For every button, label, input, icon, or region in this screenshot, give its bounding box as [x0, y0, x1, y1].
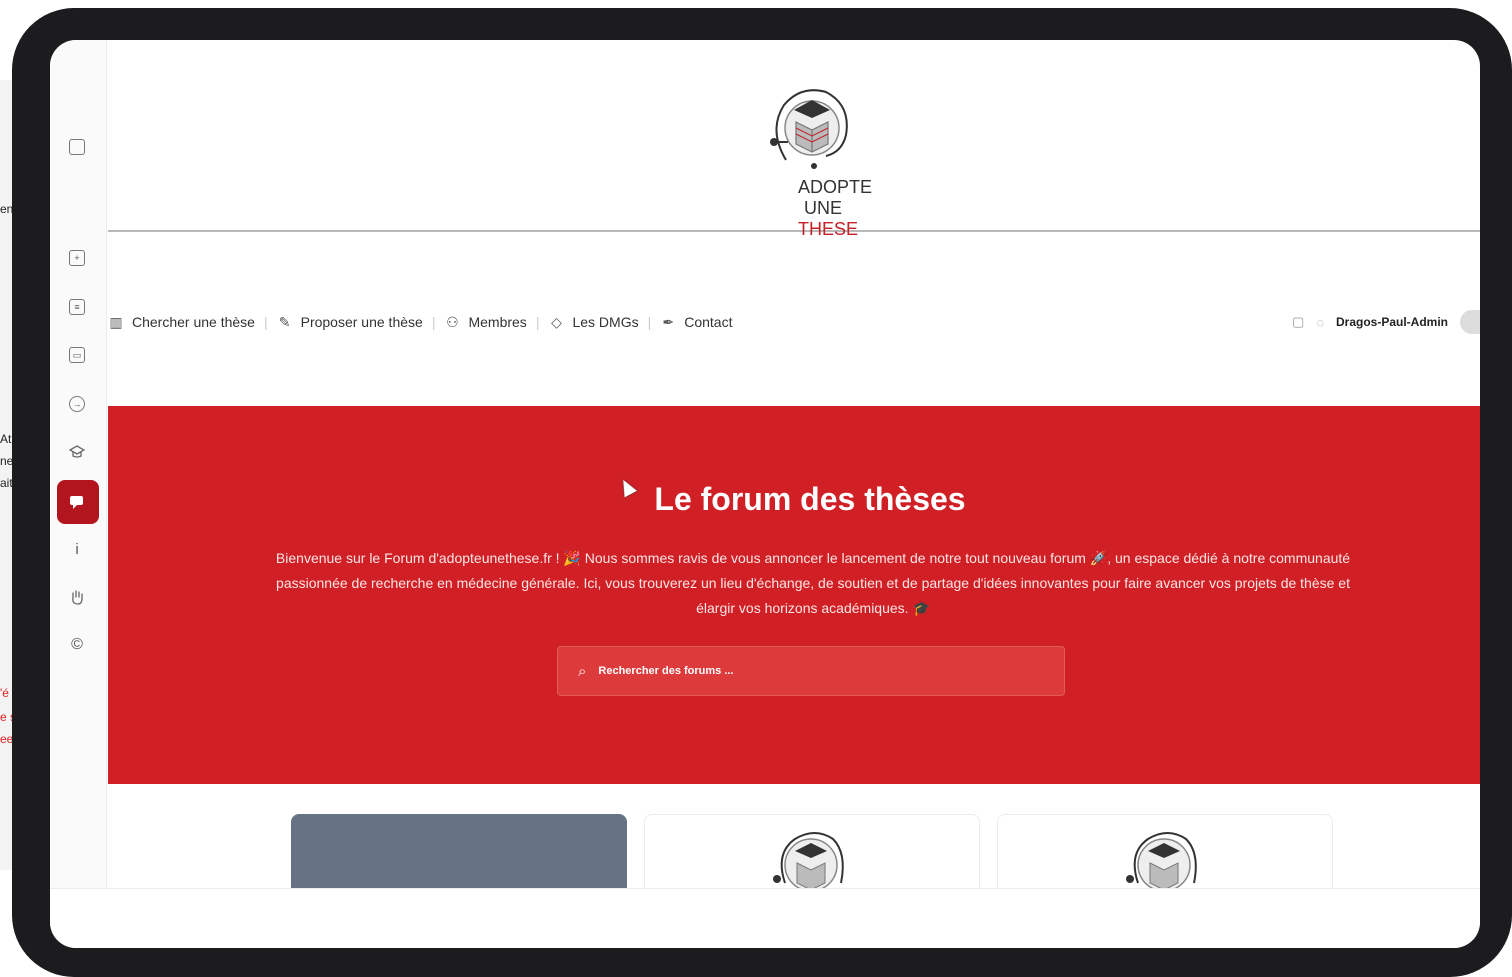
- nav-separator: |: [535, 314, 540, 330]
- nav-item-proposer[interactable]: ✎ Proposer une thèse: [277, 314, 423, 331]
- calendar-edit-icon[interactable]: ▭: [66, 344, 88, 366]
- books-icon: ▥: [109, 313, 123, 330]
- main-nav: ▥ Chercher une thèse | ✎ Proposer une th…: [108, 305, 1480, 339]
- bell-icon[interactable]: ◌: [1316, 315, 1324, 330]
- nav-label: Les DMGs: [572, 314, 639, 330]
- background-text: ait: [0, 476, 13, 490]
- forum-card[interactable]: [291, 814, 627, 896]
- background-text: 'é: [0, 686, 9, 700]
- nav-item-dmgs[interactable]: ◇ Les DMGs: [548, 313, 639, 331]
- logo-emblem-icon: [773, 832, 844, 892]
- user-name[interactable]: Dragos-Paul-Admin: [1336, 315, 1448, 329]
- logo-text: ADOPTE UNE THESE: [798, 177, 873, 240]
- site-header: ADOPTE UNE THESE: [108, 70, 1480, 239]
- nav-separator: |: [431, 314, 436, 330]
- logo-emblem-icon[interactable]: [766, 80, 856, 175]
- login-icon[interactable]: →: [66, 393, 88, 415]
- forum-card[interactable]: [997, 814, 1333, 896]
- nav-label: Proposer une thèse: [300, 314, 423, 330]
- document-icon[interactable]: ≡: [66, 296, 88, 318]
- graduation-cap-icon: ◇: [551, 313, 562, 330]
- info-glyph: i: [75, 540, 79, 558]
- copyright-glyph: ©: [71, 636, 83, 653]
- forum-hero: Le forum des thèses Bienvenue sur le For…: [108, 406, 1480, 784]
- nav-label: Contact: [684, 314, 733, 330]
- app-screen: + ≡ ▭ → i © ADOPTE UNE THESE ▥ Chercher …: [50, 40, 1480, 948]
- pen-icon: ✎: [278, 313, 291, 330]
- logo-line-2: UNE THESE: [798, 198, 858, 240]
- avatar[interactable]: [1460, 310, 1480, 334]
- nav-label: Membres: [468, 314, 527, 330]
- inbox-icon[interactable]: ▢: [1292, 314, 1304, 330]
- quill-icon: ✒: [662, 313, 675, 330]
- nav-separator: |: [263, 314, 268, 330]
- left-rail: + ≡ ▭ → i ©: [50, 40, 107, 890]
- forum-card[interactable]: [644, 814, 980, 896]
- forum-search[interactable]: ⌕: [557, 646, 1065, 696]
- chat-icon[interactable]: [57, 480, 99, 524]
- nav-item-membres[interactable]: ⚇ Membres: [444, 313, 527, 331]
- logo-line-2-b: THESE: [798, 219, 859, 239]
- nav-label: Chercher une thèse: [132, 314, 255, 330]
- info-icon[interactable]: i: [66, 538, 88, 560]
- sidebar-toggle-icon[interactable]: [66, 136, 88, 158]
- logo-line-1: ADOPTE: [798, 177, 873, 197]
- logo-line-2-a: UNE: [803, 198, 842, 218]
- bottom-bar: [50, 888, 1480, 948]
- logo-emblem-icon: [1126, 832, 1197, 892]
- nav-separator: |: [647, 314, 652, 330]
- activity-icon[interactable]: +: [66, 247, 88, 269]
- users-icon: ⚇: [446, 313, 459, 330]
- page-title: Le forum des thèses: [654, 481, 966, 517]
- user-area: ▢ ◌ Dragos-Paul-Admin: [1292, 305, 1480, 339]
- hero-description: Bienvenue sur le Forum d'adopteunethese.…: [275, 550, 1351, 616]
- search-icon: ⌕: [578, 662, 587, 680]
- nav-item-contact[interactable]: ✒ Contact: [660, 314, 732, 331]
- graduation-cap-icon[interactable]: [66, 441, 88, 463]
- copyright-icon[interactable]: ©: [66, 634, 88, 656]
- hand-icon[interactable]: [66, 586, 88, 608]
- background-text: At: [0, 432, 12, 446]
- search-input[interactable]: [596, 664, 1021, 678]
- nav-item-chercher[interactable]: ▥ Chercher une thèse: [108, 314, 255, 331]
